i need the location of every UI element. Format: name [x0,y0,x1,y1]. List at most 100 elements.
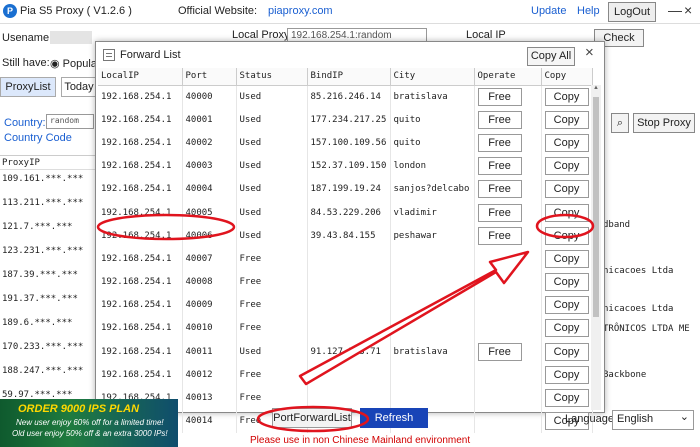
copy-cell: Copy [541,177,593,201]
free-button[interactable]: Free [477,226,522,245]
stop-proxy-button[interactable]: Stop Proxy [633,113,695,133]
proxy-row[interactable]: 113.211.***.*** [2,198,83,208]
bindip-cell: 85.216.246.14 [307,85,391,109]
proxy-row[interactable]: 187.39.***.*** [2,270,78,280]
copy-cell: Copy [541,270,593,294]
copy-button[interactable]: Copy [544,342,589,361]
localip-cell: 192.168.254.1 [98,340,183,364]
free-button[interactable]: Free [477,180,522,199]
scrollbar-thumb[interactable] [593,97,599,317]
copy-button[interactable]: Copy [544,110,589,129]
city-cell: quito [390,131,475,155]
copy-button[interactable]: Copy [544,226,589,245]
operate-cell: Free [474,177,542,201]
proxy-row[interactable]: 191.37.***.*** [2,294,78,304]
copy-button[interactable]: Copy [544,133,589,152]
copy-button[interactable]: Copy [544,365,589,384]
proxy-row[interactable]: 109.161.***.*** [2,174,83,184]
table-row: 192.168.254.1 40009 Free Copy [98,293,593,317]
city-cell [390,293,475,317]
port-cell: 40002 [182,131,237,155]
port-cell: 40013 [182,386,237,410]
port-cell: 40009 [182,293,237,317]
popular-radio[interactable]: ◉ Popular [50,57,101,70]
refresh-button[interactable]: Refresh [360,408,428,428]
port-cell: 40001 [182,108,237,132]
bindip-cell: 91.127.203.71 [307,340,391,364]
localip-cell: 192.168.254.1 [98,247,183,271]
close-icon[interactable]: × [684,2,692,18]
tab-proxylist[interactable]: ProxyList [0,77,56,97]
tab-today[interactable]: Today [61,77,97,97]
proxy-row[interactable]: 170.233.***.*** [2,342,83,352]
update-link[interactable]: Update [531,5,566,17]
copy-all-button[interactable]: Copy All [527,47,575,66]
status-cell: Free [236,293,308,317]
status-cell: Free [236,386,308,410]
operate-cell [474,409,542,433]
language-select[interactable]: English [612,410,694,430]
copy-button[interactable]: Copy [544,296,589,315]
copy-button[interactable]: Copy [544,389,589,408]
proxy-row[interactable]: 189.6.***.*** [2,318,72,328]
table-header-row: LocalIP Port Status BindIP City Operate … [98,68,593,86]
port-forward-list-button[interactable]: PortForwardList [272,408,352,428]
app-title: Pia S5 Proxy ( V1.2.6 ) [20,5,132,17]
proxy-row[interactable]: 123.231.***.*** [2,246,83,256]
copy-button[interactable]: Copy [544,203,589,222]
search-icon: ⌕ [616,117,624,129]
vertical-scrollbar[interactable]: ▲ [591,85,601,410]
copy-cell: Copy [541,85,593,109]
port-cell: 40011 [182,340,237,364]
copy-cell: Copy [541,131,593,155]
copy-button[interactable]: Copy [544,157,589,176]
search-button[interactable]: ⌕ [611,113,629,133]
city-cell: peshawar [390,224,475,248]
free-button[interactable]: Free [477,342,522,361]
scroll-up-icon[interactable]: ▲ [591,85,601,95]
minimize-icon[interactable]: — [668,2,682,18]
table-row: 192.168.254.1 40002 Used 157.100.109.56 quit… [98,131,593,155]
username-label: Usename: [2,32,53,44]
localip-cell: 192.168.254.1 [98,200,183,225]
localip-cell: 192.168.254.1 [98,154,183,178]
table-row: 192.168.254.1 40012 Free Copy [98,363,593,387]
copy-button[interactable]: Copy [544,87,589,106]
dialog-close-icon[interactable]: × [585,44,594,61]
status-cell: Used [236,340,308,364]
operate-cell: Free [474,200,542,225]
promo-banner[interactable]: ORDER 9000 IPS PLAN New user enjoy 60% o… [0,399,178,447]
free-button[interactable]: Free [477,110,522,129]
proxy-row[interactable]: 188.247.***.*** [2,366,83,376]
isp-text: nicacoes Ltda [603,304,674,314]
free-button[interactable]: Free [477,157,522,176]
status-cell: Free [236,270,308,294]
free-button[interactable]: Free [477,133,522,152]
free-button[interactable]: Free [477,87,522,106]
bindip-cell: 157.100.109.56 [307,131,391,155]
website-link[interactable]: piaproxy.com [268,5,333,17]
logout-button[interactable]: LogOut [608,2,656,22]
country-code-link[interactable]: Country Code [4,132,72,144]
country-select[interactable]: random [46,114,94,129]
copy-button[interactable]: Copy [544,273,589,292]
city-cell [390,247,475,271]
help-link[interactable]: Help [577,5,600,17]
dialog-title: Forward List [120,49,181,61]
operate-cell [474,247,542,271]
table-row: 192.168.254.1 40010 Free Copy [98,316,593,341]
port-cell: 40000 [182,85,237,109]
banner-line-1: New user enjoy 60% off for a limited tim… [16,418,164,427]
port-cell: 40003 [182,154,237,178]
copy-button[interactable]: Copy [544,249,589,268]
col-localip: LocalIP [98,68,183,86]
operate-cell: Free [474,131,542,155]
local-ip-label: Local IP [466,29,506,41]
app-logo-icon: P [3,4,17,18]
copy-button[interactable]: Copy [544,180,589,199]
table-row: 192.168.254.1 40003 Used 152.37.109.150 lond… [98,154,593,178]
copy-button[interactable]: Copy [544,319,589,338]
col-operate: Operate [474,68,542,86]
free-button[interactable]: Free [477,203,522,222]
proxy-row[interactable]: 121.7.***.*** [2,222,72,232]
